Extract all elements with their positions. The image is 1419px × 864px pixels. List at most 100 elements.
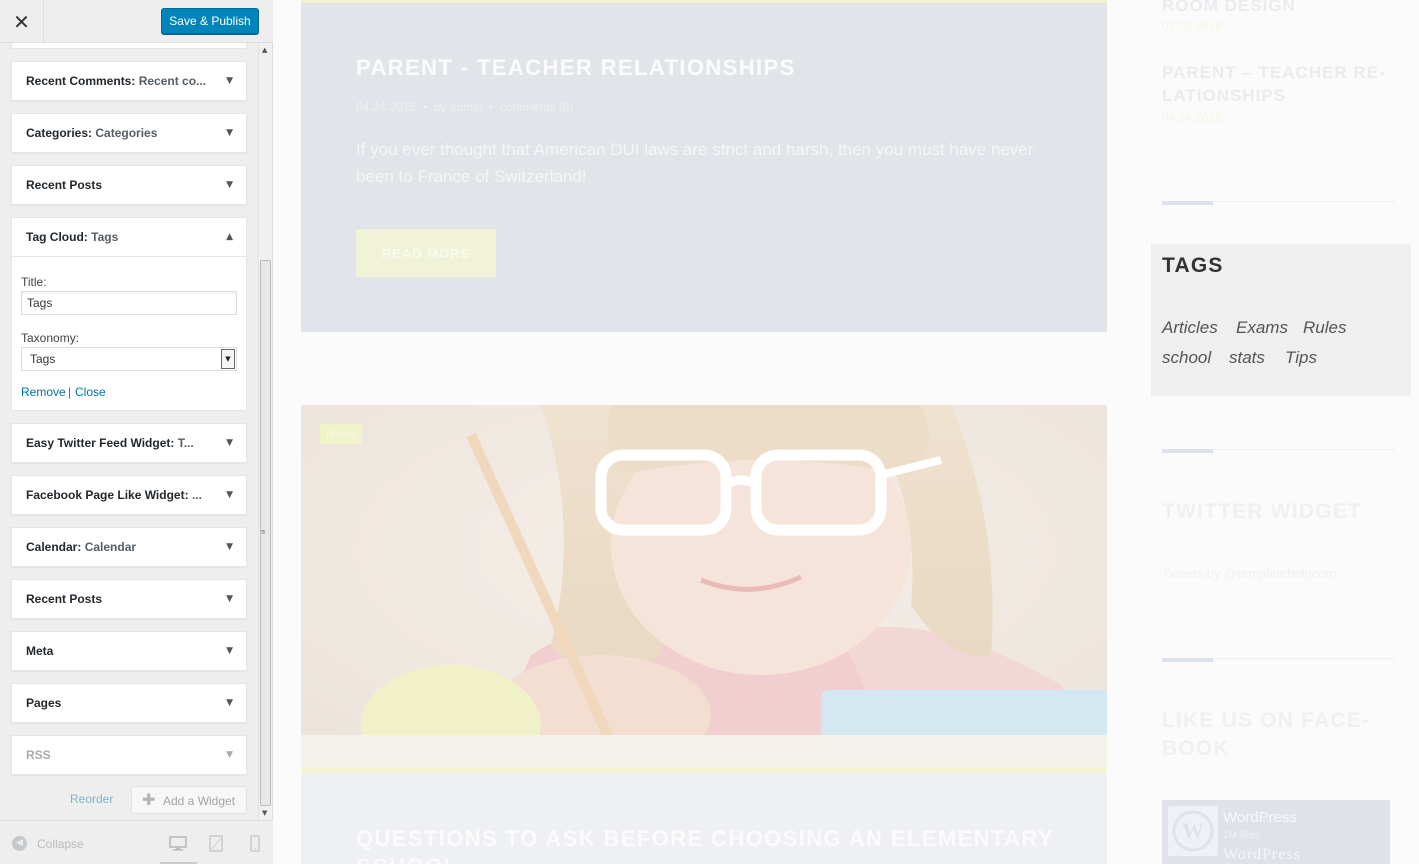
recent-post-title-line: PARENT – TEACHER RE- xyxy=(1162,63,1386,82)
customizer-panel: ✕ Save & Publish Recent Comments: Recent… xyxy=(0,0,273,864)
chevron-down-icon[interactable]: ▼ xyxy=(226,632,233,670)
widget-name: Calendar xyxy=(26,540,78,554)
meta-bullet: • xyxy=(422,100,427,114)
widget-name: Recent Comments xyxy=(26,74,132,88)
wordpress-wordmark: WordPress xyxy=(1223,846,1301,863)
taxonomy-value: Tags xyxy=(30,352,56,366)
widget-subtitle: T... xyxy=(177,436,194,450)
recent-post-title-line: LATIONSHIPS xyxy=(1162,86,1287,105)
tag-link[interactable]: Tips xyxy=(1285,348,1317,368)
tablet-icon[interactable] xyxy=(205,832,227,854)
widget-sep: : xyxy=(77,540,85,554)
recent-post-date: 04.24.2016 xyxy=(1162,111,1223,125)
widget-subtitle: ... xyxy=(191,488,202,502)
scroll-down-arrow-icon[interactable]: ▼ xyxy=(262,809,267,817)
recent-post-title[interactable]: PARENT – TEACHER RE- LATIONSHIPS xyxy=(1162,61,1386,107)
taxonomy-label: Taxonomy: xyxy=(21,331,80,345)
remove-link[interactable]: Remove xyxy=(21,385,66,399)
collapse-arrow-icon[interactable]: ◀ xyxy=(12,836,27,851)
collapse-button[interactable]: Collapse xyxy=(37,837,84,851)
tweets-by-link[interactable]: Tweets by @templatehelpcom xyxy=(1162,566,1336,581)
widget-subtitle: Categories xyxy=(95,126,158,140)
read-more-button[interactable]: READ MORE xyxy=(356,229,496,277)
girl-drawing-photo xyxy=(301,405,1107,769)
chevron-down-icon[interactable]: ▼ xyxy=(226,684,233,722)
widget-name: Easy Twitter Feed Widget xyxy=(26,436,171,450)
tags-title: TAGS xyxy=(1162,254,1224,277)
widget-facebook-page-like[interactable]: Facebook Page Like Widget: ... ▼ xyxy=(11,475,247,515)
widget-pages[interactable]: Pages ▼ xyxy=(11,683,247,723)
section-divider-accent xyxy=(1162,658,1213,662)
facebook-likes-count: 1M likes xyxy=(1223,830,1260,841)
title-input[interactable]: Tags xyxy=(21,291,237,315)
facebook-page-card[interactable]: W WordPress 1M likes WordPress xyxy=(1162,800,1390,864)
tag-link[interactable]: school xyxy=(1162,348,1211,368)
save-publish-button[interactable]: Save & Publish xyxy=(161,8,259,34)
post-image[interactable] xyxy=(301,405,1107,769)
widget-name: Facebook Page Like Widget xyxy=(26,488,185,502)
tag-link[interactable]: Rules xyxy=(1303,318,1346,338)
post-comments[interactable]: comments (0) xyxy=(500,100,573,114)
customizer-footer: ◀ Collapse xyxy=(0,820,273,864)
grip-icon: ≡ xyxy=(261,528,266,536)
post-author[interactable]: by admin xyxy=(434,100,483,114)
chevron-down-icon[interactable]: ▼ xyxy=(226,114,233,152)
twitter-widget-title: TWITTER WIDGET xyxy=(1162,500,1362,523)
widget-recent-posts-2[interactable]: Recent Posts ▼ xyxy=(11,579,247,619)
dropdown-arrow-icon[interactable]: ▼ xyxy=(221,349,235,369)
post-excerpt: If you ever thought that American DUI la… xyxy=(356,140,1034,186)
chevron-down-icon[interactable]: ▼ xyxy=(226,528,233,566)
widget-sep: : xyxy=(131,74,139,88)
widget-meta[interactable]: Meta ▼ xyxy=(11,631,247,671)
widget-subtitle: Tags xyxy=(91,230,119,244)
post-card: PARENT - TEACHER RELATIONSHIPS 04.24.201… xyxy=(301,0,1107,332)
panel-scrollbar[interactable]: ▲ ≡ ▼ xyxy=(258,43,272,820)
tag-link[interactable]: Exams xyxy=(1236,318,1288,338)
widget-easy-twitter-feed[interactable]: Easy Twitter Feed Widget: T... ▼ xyxy=(11,423,247,463)
widget-calendar[interactable]: Calendar: Calendar ▼ xyxy=(11,527,247,567)
tag-link[interactable]: stats xyxy=(1229,348,1265,368)
widget-tag-cloud-expanded: Tag Cloud: Tags ▲ Title: Tags Taxonomy: … xyxy=(11,217,247,411)
chevron-down-icon[interactable]: ▼ xyxy=(226,736,233,774)
chevron-down-icon[interactable]: ▼ xyxy=(226,580,233,618)
category-badge[interactable]: News xyxy=(320,424,363,444)
site-preview: PARENT - TEACHER RELATIONSHIPS 04.24.201… xyxy=(274,0,1419,864)
tag-link[interactable]: Articles xyxy=(1162,318,1218,338)
chevron-down-icon[interactable]: ▼ xyxy=(226,424,233,462)
widget-name: Meta xyxy=(26,644,54,658)
widget-name: Recent Posts xyxy=(26,178,103,192)
close-link[interactable]: Close xyxy=(75,385,106,399)
taxonomy-select[interactable]: Tags ▼ xyxy=(21,347,237,371)
widget-rss[interactable]: RSS ▼ xyxy=(11,735,247,775)
svg-text:W: W xyxy=(1182,818,1204,843)
post-date: 04.24.2016 xyxy=(356,100,417,114)
chevron-down-icon[interactable]: ▼ xyxy=(226,62,233,100)
add-widget-button[interactable]: ✚ Add a Widget xyxy=(131,786,247,814)
post-title[interactable]: QUESTIONS TO ASK BEFORE CHOOSING AN ELEM… xyxy=(356,825,1096,864)
widget-sep: : xyxy=(184,488,192,502)
widget-categories[interactable]: Categories: Categories ▼ xyxy=(11,113,247,153)
widget-recent-posts[interactable]: Recent Posts ▼ xyxy=(11,165,247,205)
wordpress-logo-icon: W xyxy=(1168,806,1218,856)
scroll-up-arrow-icon[interactable]: ▲ xyxy=(262,46,267,54)
close-icon[interactable]: ✕ xyxy=(0,0,44,43)
widget-tag-cloud-header[interactable]: Tag Cloud: Tags ▲ xyxy=(12,218,246,257)
widget-subtitle: Calendar xyxy=(84,540,137,554)
post-card: QUESTIONS TO ASK BEFORE CHOOSING AN ELEM… xyxy=(301,773,1107,864)
chevron-down-icon[interactable]: ▼ xyxy=(226,166,233,204)
mobile-icon[interactable] xyxy=(244,832,266,854)
reorder-link[interactable]: Reorder xyxy=(70,792,113,806)
link-separator: | xyxy=(68,385,72,399)
widget-name: Pages xyxy=(26,696,62,710)
widget-name: RSS xyxy=(26,748,51,762)
recent-post-title[interactable]: ROOM DESIGN xyxy=(1162,0,1296,17)
post-meta: 04.24.2016 • by admin • comments (0) xyxy=(356,100,573,114)
chevron-up-icon[interactable]: ▲ xyxy=(226,218,233,257)
desktop-icon[interactable] xyxy=(167,832,189,854)
widget-name: Recent Posts xyxy=(26,592,103,606)
chevron-down-icon[interactable]: ▼ xyxy=(226,476,233,514)
post-title[interactable]: PARENT - TEACHER RELATIONSHIPS xyxy=(356,55,796,81)
facebook-widget-title: LIKE US ON FACE-BOOK xyxy=(1162,709,1371,760)
facebook-page-name[interactable]: WordPress xyxy=(1223,809,1297,826)
widget-recent-comments[interactable]: Recent Comments: Recent co... ▼ xyxy=(11,61,247,101)
